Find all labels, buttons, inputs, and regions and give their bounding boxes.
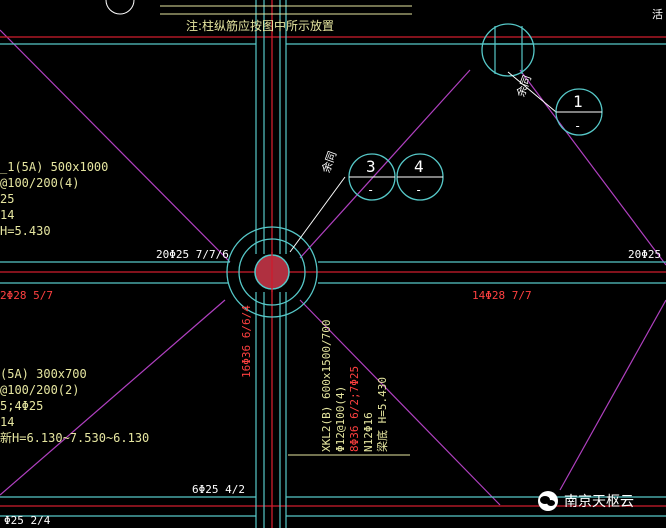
callout-dash: - xyxy=(367,183,374,197)
beam-label-red-left: 2Φ28 5/7 xyxy=(0,289,53,302)
diag-line xyxy=(519,69,666,266)
beam-label-red-mid: 14Φ28 7/7 xyxy=(472,289,532,302)
callout-dash: - xyxy=(415,183,422,197)
beam-label-bottom: 6Φ25 4/2 xyxy=(192,483,245,496)
beam-label-top-left: 20Φ25 7/7/6 xyxy=(156,248,229,261)
watermark-text: 南京天枢云 xyxy=(564,494,634,510)
leader-line xyxy=(289,176,346,253)
yu-tong-1: 余同 xyxy=(513,73,534,98)
callout-number: 4 xyxy=(414,157,424,176)
beam-spec-line: @100/200(4) xyxy=(0,176,79,190)
watermark: 南京天枢云 xyxy=(538,486,662,516)
partial-label: 活 xyxy=(652,8,663,21)
callout-dash: - xyxy=(574,119,581,133)
detail-callout-3[interactable]: 3 - xyxy=(348,153,396,201)
wechat-icon xyxy=(538,491,558,511)
beam-spec-line: 5;4Φ25 xyxy=(0,399,43,413)
column-rebar-label: 16Φ36 6/6/4 xyxy=(240,305,253,378)
xkl-line: 8Φ36 6/2;7Φ25 xyxy=(348,366,361,452)
beam-spec-line: 新H=6.130~7.530~6.130 xyxy=(0,430,149,445)
cad-viewport[interactable]: 注:柱纵筋应按图中所示放置 活 余同 1 - 余同 3 - 4 - 20Φ25 … xyxy=(0,0,666,528)
yu-tong-2: 余同 xyxy=(319,149,340,174)
diag-line xyxy=(0,299,226,496)
beam-spec-line: H=5.430 xyxy=(0,224,51,238)
partial-circle xyxy=(105,0,135,15)
callout-number: 1 xyxy=(573,92,583,111)
beam-spec-line: @100/200(2) xyxy=(0,383,79,397)
beam-spec-line: 14 xyxy=(0,415,14,429)
beam-spec-line: _1(5A) 500x1000 xyxy=(0,160,108,174)
left-beam-lower-block: (5A) 300x700 @100/200(2) 5;4Φ25 14 新H=6.… xyxy=(0,367,149,445)
beam-label-top-right: 20Φ25 xyxy=(628,248,661,261)
column-circle-top-right[interactable] xyxy=(480,23,535,77)
beam-outlines xyxy=(0,0,666,528)
callout-number: 3 xyxy=(366,157,376,176)
xkl-line: 梁底 H=5.430 xyxy=(375,377,389,452)
beam-label-bottom-left: Φ25 2/4 xyxy=(4,514,51,527)
diag-line xyxy=(559,299,666,491)
xkl-block: XKL2(B) 600x1500/700 Φ12@100(4) 8Φ36 6/2… xyxy=(320,320,389,452)
xkl-line: N12Φ16 xyxy=(362,412,375,452)
beam-spec-line: (5A) 300x700 xyxy=(0,367,87,381)
detail-callout-1[interactable]: 1 - xyxy=(555,88,603,136)
axis-lines xyxy=(0,0,666,528)
beam-spec-line: 14 xyxy=(0,208,14,222)
detail-callout-4[interactable]: 4 - xyxy=(396,153,444,201)
cad-drawing[interactable]: 注:柱纵筋应按图中所示放置 活 余同 1 - 余同 3 - 4 - 20Φ25 … xyxy=(0,0,666,528)
beam-spec-line: 25 xyxy=(0,192,14,206)
xkl-line: Φ12@100(4) xyxy=(334,386,347,452)
xkl-line: XKL2(B) 600x1500/700 xyxy=(320,320,333,452)
left-beam-upper-block: _1(5A) 500x1000 @100/200(4) 25 14 H=5.43… xyxy=(0,160,108,238)
column-circle xyxy=(481,23,535,77)
top-note: 注:柱纵筋应按图中所示放置 xyxy=(186,18,334,33)
